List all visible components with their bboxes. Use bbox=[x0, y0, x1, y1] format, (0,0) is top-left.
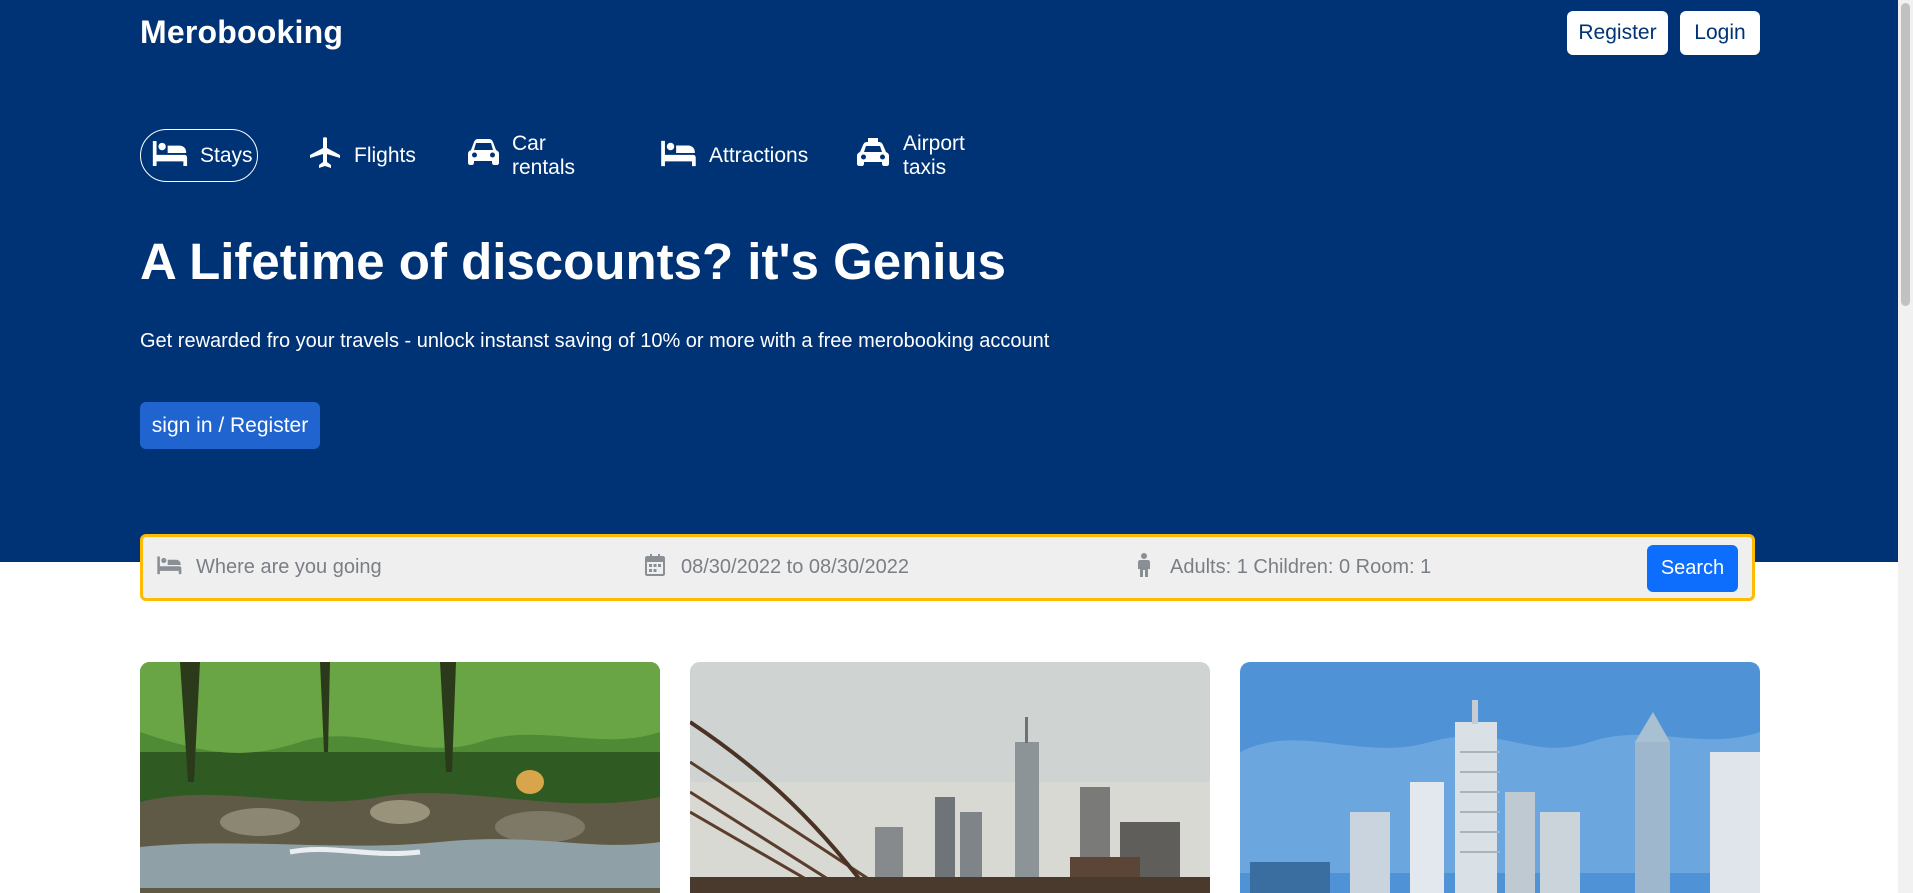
nav-item-car-rentals[interactable]: Car rentals bbox=[467, 129, 575, 182]
page-title: A Lifetime of discounts? it's Genius bbox=[140, 233, 1006, 290]
nav-item-label: Flights bbox=[354, 143, 416, 167]
date-range-value[interactable]: 08/30/2022 to 08/30/2022 bbox=[681, 556, 909, 579]
page-scrollbar[interactable] bbox=[1898, 0, 1913, 893]
bed-icon bbox=[151, 139, 188, 173]
destination-card[interactable] bbox=[140, 662, 660, 893]
scrollbar-thumb[interactable] bbox=[1901, 3, 1910, 306]
nav-item-label: Stays bbox=[200, 143, 253, 167]
search-bar: Where are you going 08/30/2022 to 08/30/… bbox=[140, 534, 1755, 601]
date-field[interactable]: 08/30/2022 to 08/30/2022 bbox=[645, 537, 909, 598]
nav-item-attractions[interactable]: Attractions bbox=[659, 129, 808, 182]
destination-field[interactable]: Where are you going bbox=[156, 537, 382, 598]
search-button[interactable]: Search bbox=[1647, 545, 1738, 592]
brand-logo[interactable]: Merobooking bbox=[140, 14, 343, 51]
guests-field[interactable]: Adults: 1 Children: 0 Room: 1 bbox=[1137, 537, 1431, 598]
hero-banner: Merobooking Register Login Stays Flights… bbox=[0, 0, 1898, 562]
login-button[interactable]: Login bbox=[1680, 11, 1760, 55]
forest-stream-photo bbox=[140, 662, 660, 893]
sign-in-register-button[interactable]: sign in / Register bbox=[140, 402, 320, 449]
taxi-icon bbox=[855, 137, 891, 175]
nav-item-stays[interactable]: Stays bbox=[140, 129, 258, 182]
car-icon bbox=[467, 138, 500, 174]
destination-card[interactable] bbox=[1240, 662, 1760, 893]
nav-item-airport-taxis[interactable]: Airport taxis bbox=[855, 129, 965, 182]
nav-item-flights[interactable]: Flights bbox=[308, 129, 416, 182]
bed-icon bbox=[156, 555, 182, 581]
nav-item-label: Car rentals bbox=[512, 131, 576, 179]
bridge-skyline-photo bbox=[690, 662, 1210, 893]
destination-input[interactable]: Where are you going bbox=[196, 556, 382, 579]
bed-icon bbox=[659, 139, 697, 173]
city-towers-photo bbox=[1240, 662, 1760, 893]
destination-card[interactable] bbox=[690, 662, 1210, 893]
hero-subtitle: Get rewarded fro your travels - unlock i… bbox=[140, 330, 1050, 352]
guests-value[interactable]: Adults: 1 Children: 0 Room: 1 bbox=[1170, 556, 1431, 579]
person-icon bbox=[1137, 552, 1151, 583]
plane-icon bbox=[308, 136, 342, 176]
register-button[interactable]: Register bbox=[1567, 11, 1668, 55]
nav-item-label: Airport taxis bbox=[903, 131, 965, 179]
nav-item-label: Attractions bbox=[709, 143, 809, 167]
calendar-icon bbox=[645, 553, 665, 582]
